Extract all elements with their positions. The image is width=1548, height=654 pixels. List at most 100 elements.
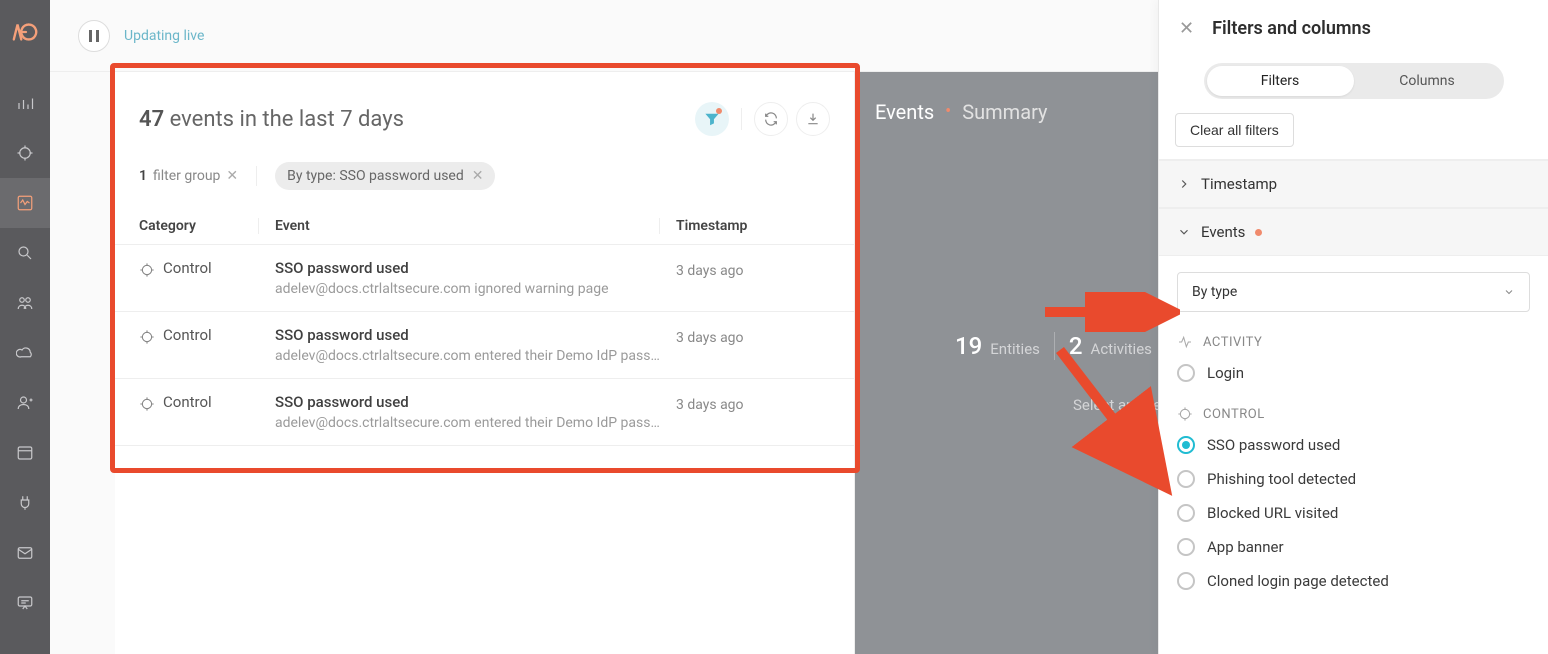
activities-num: 2 bbox=[1069, 332, 1083, 360]
nav-plugin[interactable] bbox=[0, 478, 50, 528]
filter-chip-remove[interactable]: ✕ bbox=[472, 168, 484, 184]
row-category-text: Control bbox=[163, 259, 212, 277]
radio[interactable] bbox=[1177, 538, 1195, 556]
events-header: 47 events in the last 7 days bbox=[115, 92, 854, 154]
activities-label: Activities bbox=[1091, 340, 1152, 358]
filter-option[interactable]: Blocked URL visited bbox=[1159, 496, 1548, 530]
filters-panel-header: ✕ Filters and columns bbox=[1159, 0, 1548, 57]
options-activity: Login bbox=[1159, 356, 1548, 390]
filter-type-select-label: By type bbox=[1192, 284, 1237, 300]
close-button[interactable]: ✕ bbox=[1179, 18, 1194, 39]
control-icon bbox=[139, 329, 155, 345]
activity-icon bbox=[1177, 334, 1193, 350]
column-header-event[interactable]: Event bbox=[259, 218, 660, 234]
nav-chat[interactable] bbox=[0, 578, 50, 628]
row-event-title: SSO password used bbox=[275, 259, 660, 277]
nav-user-add[interactable] bbox=[0, 378, 50, 428]
nav-target[interactable] bbox=[0, 128, 50, 178]
row-event-desc: adelev@docs.ctrlaltsecure.com ignored wa… bbox=[275, 281, 660, 297]
filter-option[interactable]: Phishing tool detected bbox=[1159, 462, 1548, 496]
section-events-label: Events bbox=[1201, 223, 1245, 241]
table-row[interactable]: Control SSO password used adelev@docs.ctrl… bbox=[115, 312, 854, 379]
divider bbox=[741, 108, 742, 130]
row-event-desc: adelev@docs.ctrlaltsecure.com entered th… bbox=[275, 348, 660, 364]
row-event-title: SSO password used bbox=[275, 326, 660, 344]
nav-dashboard[interactable] bbox=[0, 78, 50, 128]
filter-option-label: Phishing tool detected bbox=[1207, 470, 1356, 488]
row-event: SSO password usedadelev@docs.ctrlaltsecu… bbox=[259, 393, 660, 431]
row-event: SSO password used adelev@docs.ctrlaltsecu… bbox=[259, 326, 660, 364]
group-control: CONTROL bbox=[1159, 400, 1548, 428]
events-active-dot bbox=[1255, 229, 1262, 236]
group-control-label: CONTROL bbox=[1203, 407, 1265, 422]
nav-mail[interactable] bbox=[0, 528, 50, 578]
group-activity-label: ACTIVITY bbox=[1203, 335, 1262, 350]
section-timestamp[interactable]: Timestamp bbox=[1159, 160, 1548, 208]
radio[interactable] bbox=[1177, 470, 1195, 488]
options-control: SSO password used Phishing tool detected B… bbox=[1159, 428, 1548, 598]
filter-option-label: Blocked URL visited bbox=[1207, 504, 1338, 522]
chevron-down-icon bbox=[1177, 225, 1191, 239]
filter-option[interactable]: App banner bbox=[1159, 530, 1548, 564]
events-count-number: 47 bbox=[139, 107, 164, 132]
radio[interactable] bbox=[1177, 364, 1195, 382]
chevron-right-icon bbox=[1177, 177, 1191, 191]
filter-option-label: Login bbox=[1207, 364, 1244, 382]
filter-option[interactable]: Login bbox=[1159, 356, 1548, 390]
filter-option-label: App banner bbox=[1207, 538, 1284, 556]
row-category-text: Control bbox=[163, 326, 212, 344]
filter-option[interactable]: Cloned login page detected bbox=[1159, 564, 1548, 598]
tab-filters[interactable]: Filters bbox=[1207, 66, 1354, 96]
control-icon bbox=[139, 262, 155, 278]
clear-all-filters-button[interactable]: Clear all filters bbox=[1175, 113, 1294, 147]
events-count-label: events in the last 7 days bbox=[170, 107, 404, 132]
pause-button[interactable] bbox=[78, 20, 110, 52]
table-row[interactable]: Control SSO password usedadelev@docs.ctrl… bbox=[115, 379, 854, 446]
nav-window[interactable] bbox=[0, 428, 50, 478]
clear-filter-groups[interactable]: ✕ bbox=[226, 168, 238, 184]
row-timestamp: 3 days ago bbox=[660, 259, 830, 279]
tab-columns[interactable]: Columns bbox=[1354, 66, 1501, 96]
nav-activity[interactable] bbox=[0, 178, 50, 228]
events-card: 47 events in the last 7 days 1 bbox=[115, 72, 855, 654]
filter-type-select[interactable]: By type bbox=[1177, 272, 1530, 312]
nav-cloud[interactable] bbox=[0, 328, 50, 378]
events-rows: Control SSO password used adelev@docs.ctrl… bbox=[115, 245, 854, 446]
group-activity: ACTIVITY bbox=[1159, 328, 1548, 356]
updating-live-text: Updating live bbox=[124, 28, 204, 44]
entities-num: 19 bbox=[955, 332, 982, 360]
filters-panel-title: Filters and columns bbox=[1212, 18, 1371, 39]
refresh-button[interactable] bbox=[754, 102, 788, 136]
filter-option[interactable]: SSO password used bbox=[1159, 428, 1548, 462]
row-timestamp: 3 days ago bbox=[660, 393, 830, 413]
divider bbox=[256, 166, 257, 186]
radio[interactable] bbox=[1177, 436, 1195, 454]
filter-count-number: 1 bbox=[139, 168, 147, 184]
filter-chip-label: By type: SSO password used bbox=[287, 168, 464, 184]
section-events[interactable]: Events bbox=[1159, 208, 1548, 256]
filter-count-label: filter group bbox=[153, 168, 220, 184]
row-event-title: SSO password used bbox=[275, 393, 660, 411]
divider bbox=[1054, 332, 1055, 360]
nav-search[interactable] bbox=[0, 228, 50, 278]
row-category-text: Control bbox=[163, 393, 212, 411]
sidebar bbox=[0, 0, 50, 654]
nav-users[interactable] bbox=[0, 278, 50, 328]
radio[interactable] bbox=[1177, 504, 1195, 522]
filter-chip-type[interactable]: By type: SSO password used ✕ bbox=[275, 162, 495, 190]
column-header-timestamp[interactable]: Timestamp bbox=[660, 218, 830, 234]
stat-activities: 2 Activities bbox=[1069, 332, 1152, 360]
radio[interactable] bbox=[1177, 572, 1195, 590]
filter-option-label: SSO password used bbox=[1207, 436, 1340, 454]
section-timestamp-label: Timestamp bbox=[1201, 175, 1277, 193]
column-header-category[interactable]: Category bbox=[139, 218, 259, 234]
download-button[interactable] bbox=[796, 102, 830, 136]
table-row[interactable]: Control SSO password used adelev@docs.ctrl… bbox=[115, 245, 854, 312]
row-timestamp: 3 days ago bbox=[660, 326, 830, 346]
logo[interactable] bbox=[11, 20, 39, 48]
row-category: Control bbox=[139, 393, 259, 431]
filter-button[interactable] bbox=[695, 102, 729, 136]
events-count: 47 events in the last 7 days bbox=[139, 107, 695, 132]
table-header: Category Event Timestamp bbox=[115, 208, 854, 245]
filter-group-count: 1 filter group ✕ bbox=[139, 168, 238, 184]
